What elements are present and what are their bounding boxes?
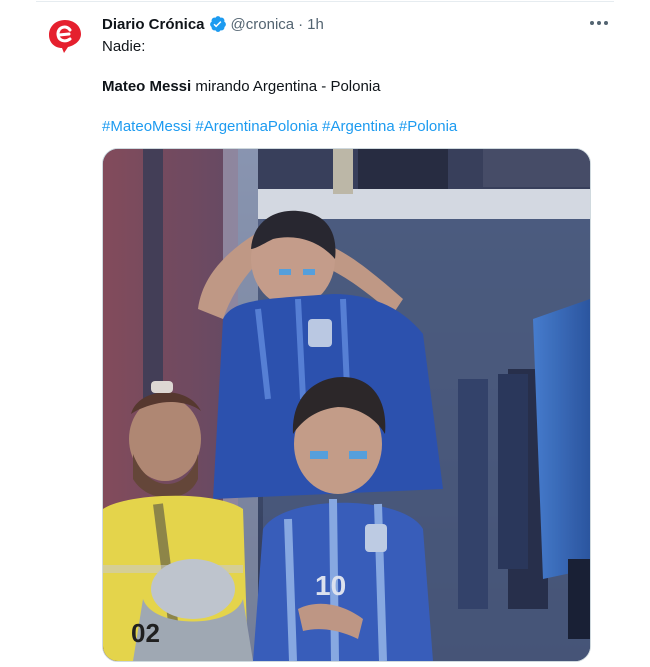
hashtag-link[interactable]: #Argentina (322, 118, 395, 135)
avatar[interactable] (46, 17, 84, 55)
more-options-icon (590, 21, 608, 25)
tweet-text: mirando Argentina - Polonia (191, 78, 381, 95)
author-name[interactable]: Diario Crónica (102, 16, 205, 33)
bold-name: Mateo Messi (102, 78, 192, 95)
hashtag-link[interactable]: #Polonia (399, 118, 457, 135)
hashtag-link[interactable]: #ArgentinaPolonia (195, 118, 318, 135)
cronica-logo-icon (49, 20, 81, 53)
timestamp[interactable]: 1h (307, 16, 324, 33)
tweet-card[interactable]: Diario Crónica @cronica · 1h Nadie: Mate… (0, 0, 650, 667)
photo-media: 02 10 (103, 149, 590, 661)
hashtag-link[interactable]: #MateoMessi (102, 118, 191, 135)
author-handle[interactable]: @cronica (231, 16, 295, 33)
verified-badge-icon (209, 15, 227, 33)
more-options-button[interactable] (586, 12, 612, 34)
tweet-text-line: Mateo Messi mirando Argentina - Polonia (102, 77, 380, 97)
hashtags-line: #MateoMessi #ArgentinaPolonia #Argentina… (102, 117, 457, 137)
tweet-header: Diario Crónica @cronica · 1h (102, 14, 324, 34)
tweet-photo[interactable]: 02 10 (102, 148, 591, 662)
divider (36, 1, 614, 2)
separator-dot: · (298, 15, 304, 33)
tweet-text-line: Nadie: (102, 38, 146, 55)
